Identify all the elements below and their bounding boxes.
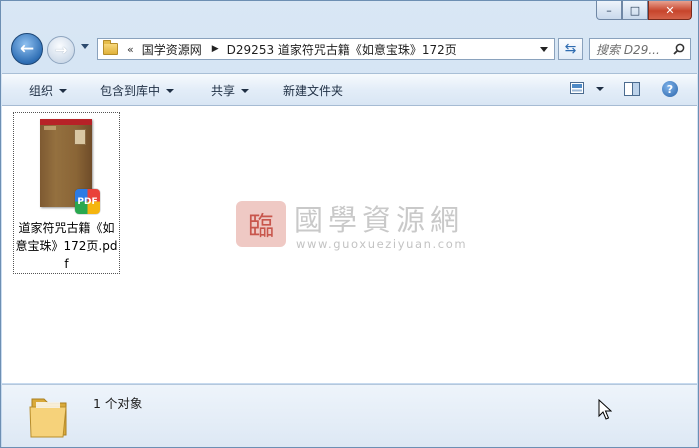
new-folder-button[interactable]: 新建文件夹 — [283, 82, 343, 99]
share-menu[interactable]: 共享 — [211, 82, 250, 99]
address-dropdown-icon[interactable] — [540, 47, 548, 52]
include-in-library-label: 包含到库中 — [100, 84, 161, 98]
preview-pane-icon[interactable] — [624, 82, 640, 96]
forward-arrow-icon: → — [54, 41, 68, 59]
explorer-window: – □ ✕ ← → « 国学资源网 ▶ D29253 道家符咒古籍《如意宝珠》1… — [0, 0, 699, 448]
back-arrow-icon: ← — [19, 39, 35, 59]
file-item[interactable]: PDF 道家符咒古籍《如意宝珠》172页.pdf — [13, 112, 120, 274]
view-options-dropdown-icon[interactable] — [596, 87, 604, 91]
new-folder-label: 新建文件夹 — [283, 84, 344, 98]
mouse-cursor-icon — [598, 399, 612, 420]
watermark-logo-icon: 臨 — [236, 201, 286, 247]
include-in-library-menu[interactable]: 包含到库中 — [100, 82, 175, 99]
watermark-url: www.guoxueziyuan.com — [296, 237, 468, 251]
navigation-bar: ← → « 国学资源网 ▶ D29253 道家符咒古籍《如意宝珠》172页 ⇆ … — [1, 31, 698, 69]
breadcrumb-current[interactable]: D29253 道家符咒古籍《如意宝珠》172页 — [227, 41, 457, 58]
caption-buttons: – □ ✕ — [596, 1, 692, 20]
breadcrumb-arrow-icon[interactable]: ▶ — [212, 44, 219, 54]
watermark-title: 國學資源網 — [294, 203, 465, 237]
share-label: 共享 — [211, 84, 236, 98]
search-box[interactable]: 搜索 D29... — [589, 38, 691, 60]
chevron-down-icon — [241, 88, 250, 93]
organize-label: 组织 — [29, 84, 54, 98]
thumbnail-tag — [74, 129, 86, 145]
breadcrumb-item[interactable]: 国学资源网 — [142, 41, 202, 58]
close-button[interactable]: ✕ — [648, 1, 692, 20]
minimize-button[interactable]: – — [596, 1, 622, 20]
back-button[interactable]: ← — [11, 33, 43, 65]
chevron-down-icon — [59, 88, 68, 93]
help-icon[interactable]: ? — [662, 81, 678, 97]
address-bar[interactable]: « 国学资源网 ▶ D29253 道家符咒古籍《如意宝珠》172页 — [97, 38, 555, 60]
file-list[interactable]: PDF 道家符咒古籍《如意宝珠》172页.pdf 臨 國學資源網 www.guo… — [2, 106, 697, 383]
refresh-button[interactable]: ⇆ — [558, 38, 583, 60]
breadcrumb-overflow[interactable]: « — [127, 43, 134, 56]
refresh-icon: ⇆ — [564, 41, 577, 57]
thumbnail-header-band — [40, 119, 92, 125]
watermark: 臨 國學資源網 www.guoxueziyuan.com — [236, 193, 476, 255]
search-icon[interactable] — [671, 43, 687, 55]
chevron-down-icon — [166, 88, 175, 93]
item-count: 1 个对象 — [93, 396, 143, 411]
maximize-button[interactable]: □ — [622, 1, 648, 20]
folder-icon — [29, 398, 67, 438]
change-view-icon[interactable] — [570, 82, 584, 94]
thumbnail-label — [44, 126, 56, 130]
search-input[interactable]: 搜索 D29... — [596, 41, 671, 58]
forward-button[interactable]: → — [47, 36, 75, 64]
recent-pages-dropdown[interactable] — [81, 44, 89, 49]
pdf-file-icon: PDF — [75, 189, 100, 214]
details-pane: 1 个对象 — [2, 384, 697, 447]
command-bar: 组织 包含到库中 共享 新建文件夹 ? — [2, 73, 697, 106]
organize-menu[interactable]: 组织 — [29, 82, 68, 99]
file-name[interactable]: 道家符咒古籍《如意宝珠》172页.pdf — [14, 219, 119, 273]
folder-icon — [103, 40, 118, 55]
